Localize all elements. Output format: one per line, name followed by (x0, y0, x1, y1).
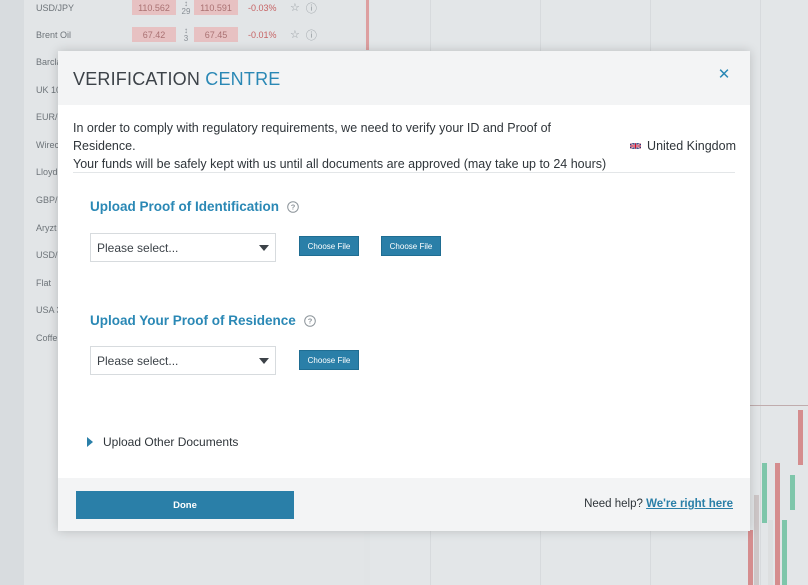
choose-file-button[interactable]: Choose File (381, 236, 441, 256)
help-text: Need help? We're right here (584, 498, 733, 510)
choose-file-button[interactable]: Choose File (299, 350, 359, 370)
choose-file-button[interactable]: Choose File (299, 236, 359, 256)
title-accent: CENTRE (205, 69, 281, 89)
intro-text: In order to comply with regulatory requi… (73, 119, 613, 173)
intro-line-1: In order to comply with regulatory requi… (73, 121, 552, 153)
svg-text:?: ? (307, 316, 312, 325)
divider (73, 172, 735, 173)
uk-flag-icon (630, 142, 642, 150)
chevron-right-icon (87, 437, 93, 447)
modal-footer: Done Need help? We're right here (58, 478, 750, 531)
upload-other-documents-toggle[interactable]: Upload Other Documents (87, 435, 238, 449)
select-value: Please select... (97, 240, 179, 255)
help-icon[interactable]: ? (287, 200, 299, 213)
country-selector[interactable]: United Kingdom (630, 139, 736, 153)
proof-of-residence-title: Upload Your Proof of Residence ? (90, 313, 316, 328)
modal-title: VERIFICATION CENTRE (73, 69, 281, 90)
chevron-down-icon (259, 357, 269, 364)
intro-line-2: Your funds will be safely kept with us u… (73, 157, 607, 171)
section-title-text: Upload Your Proof of Residence (90, 313, 296, 328)
identification-type-select[interactable]: Please select... (90, 233, 276, 262)
help-link[interactable]: We're right here (646, 498, 733, 510)
residence-type-select[interactable]: Please select... (90, 346, 276, 375)
country-name: United Kingdom (647, 139, 736, 153)
chevron-down-icon (259, 244, 269, 251)
close-icon[interactable]: ✕ (716, 67, 732, 83)
verification-modal: VERIFICATION CENTRE ✕ In order to comply… (58, 51, 750, 531)
help-icon[interactable]: ? (303, 314, 316, 327)
proof-of-identification-title: Upload Proof of Identification ? (90, 199, 299, 214)
done-button[interactable]: Done (76, 491, 294, 519)
title-main: VERIFICATION (73, 69, 201, 89)
help-prefix: Need help? (584, 498, 643, 510)
section-title-text: Upload Proof of Identification (90, 199, 279, 214)
modal-header: VERIFICATION CENTRE ✕ (58, 51, 750, 105)
other-documents-label: Upload Other Documents (103, 435, 239, 449)
select-value: Please select... (97, 353, 179, 368)
svg-text:?: ? (291, 202, 296, 211)
